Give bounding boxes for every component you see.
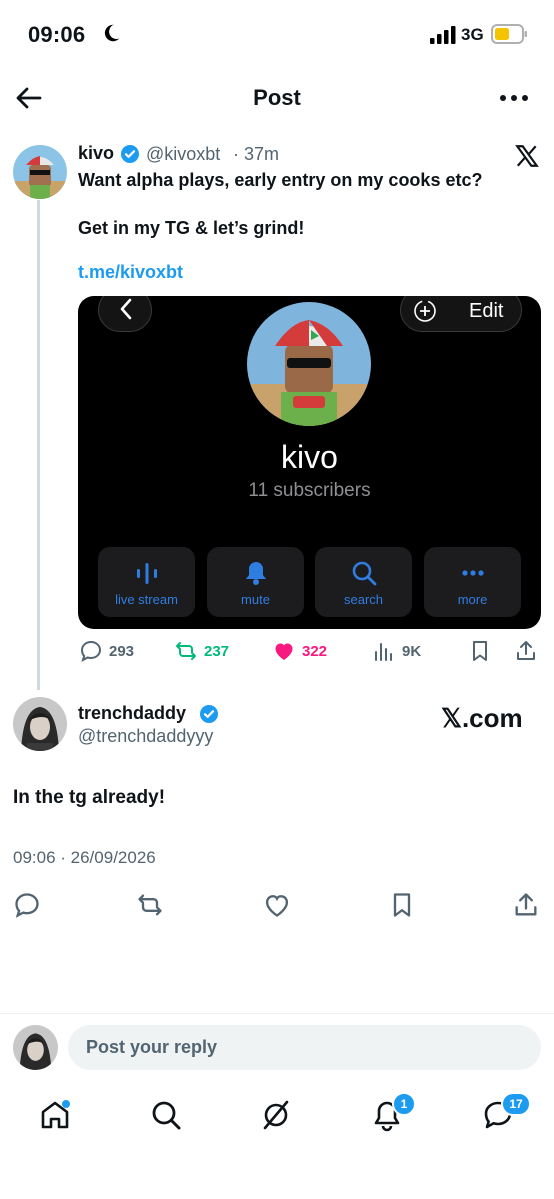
bookmark-icon (473, 641, 487, 661)
search-icon[interactable] (149, 1098, 183, 1132)
more-button: more (424, 547, 521, 617)
home-icon[interactable] (38, 1098, 72, 1132)
verified-badge-icon (121, 145, 139, 163)
notifications-badge: 1 (392, 1092, 416, 1116)
repost-icon[interactable] (136, 891, 164, 919)
reply-icon (80, 640, 102, 663)
post-media-image[interactable]: Edit kivo 11 subscribers live stream mut… (78, 296, 541, 629)
heart-filled-icon (275, 643, 293, 660)
share-icon (517, 641, 535, 660)
add-circle-icon (414, 300, 436, 322)
search-icon (352, 561, 377, 586)
bookmark-icon[interactable] (388, 891, 416, 919)
live-stream-button: live stream (98, 547, 195, 617)
post-text-line-1: Want alpha plays, early entry on my cook… (78, 170, 483, 190)
views-count: 9K (402, 642, 422, 660)
messages-badge: 17 (501, 1092, 531, 1116)
share-icon[interactable] (512, 891, 540, 919)
mute-label: mute (241, 592, 270, 607)
bell-icon (246, 562, 266, 585)
reply-timestamp: 09:06 · 26/09/2026 (13, 848, 156, 867)
media-back-button (98, 296, 152, 332)
heart-icon[interactable] (263, 891, 291, 919)
post-text: Want alpha plays, early entry on my cook… (78, 168, 538, 240)
moon-icon (104, 24, 120, 42)
share-button[interactable] (514, 639, 538, 663)
x-com-watermark: 𝕏.com (441, 703, 523, 733)
reply-button[interactable]: 293 (79, 639, 134, 663)
signal-icon (430, 26, 456, 44)
reply-count: 293 (109, 642, 135, 660)
media-edit-label: Edit (469, 300, 504, 322)
like-count: 322 (302, 642, 328, 660)
bookmark-button[interactable] (468, 639, 492, 663)
author-name[interactable]: kivo (78, 143, 114, 164)
views-icon (375, 643, 392, 661)
status-time: 09:06 (28, 22, 86, 47)
network-type: 3G (461, 25, 484, 44)
post-link[interactable]: t.me/kivoxbt (78, 262, 183, 283)
search-button: search (315, 547, 412, 617)
reply-text: In the tg already! (13, 787, 166, 808)
author-handle[interactable]: @kivoxbt (146, 144, 220, 165)
reply-icon[interactable] (13, 891, 41, 919)
grok-icon[interactable] (259, 1098, 293, 1132)
x-logo-icon (515, 145, 539, 167)
reply-author-name[interactable]: trenchdaddy (78, 703, 186, 724)
thread-line (37, 200, 40, 690)
post-text-line-2: Get in my TG & let’s grind! (78, 218, 305, 238)
search-label: search (343, 592, 384, 607)
channel-subscribers: 11 subscribers (248, 480, 371, 501)
verified-badge-icon (200, 705, 218, 723)
post-time: · 37m (233, 144, 280, 164)
battery-icon (491, 24, 527, 44)
live-stream-icon (137, 563, 157, 584)
like-button[interactable]: 322 (272, 639, 327, 663)
views-button[interactable]: 9K (372, 639, 421, 663)
more-label: more (457, 592, 488, 607)
reply-avatar[interactable] (13, 697, 67, 751)
repost-count: 237 (204, 642, 230, 660)
reply-author-handle[interactable]: @trenchdaddyyy (78, 726, 213, 747)
channel-avatar (247, 302, 371, 426)
my-avatar[interactable] (13, 1025, 58, 1070)
live-stream-label: live stream (115, 592, 178, 607)
more-icon (462, 570, 484, 576)
mute-button: mute (207, 547, 304, 617)
divider (0, 1013, 554, 1014)
more-options-icon[interactable] (498, 90, 530, 106)
channel-name: kivo (281, 439, 338, 475)
media-edit-pill (400, 296, 522, 332)
repost-button[interactable]: 237 (174, 639, 229, 663)
page-title: Post (253, 85, 301, 110)
chevron-left-icon (120, 298, 132, 320)
repost-icon (176, 642, 196, 660)
avatar[interactable] (13, 145, 67, 199)
reply-input[interactable]: Post your reply (68, 1025, 541, 1070)
